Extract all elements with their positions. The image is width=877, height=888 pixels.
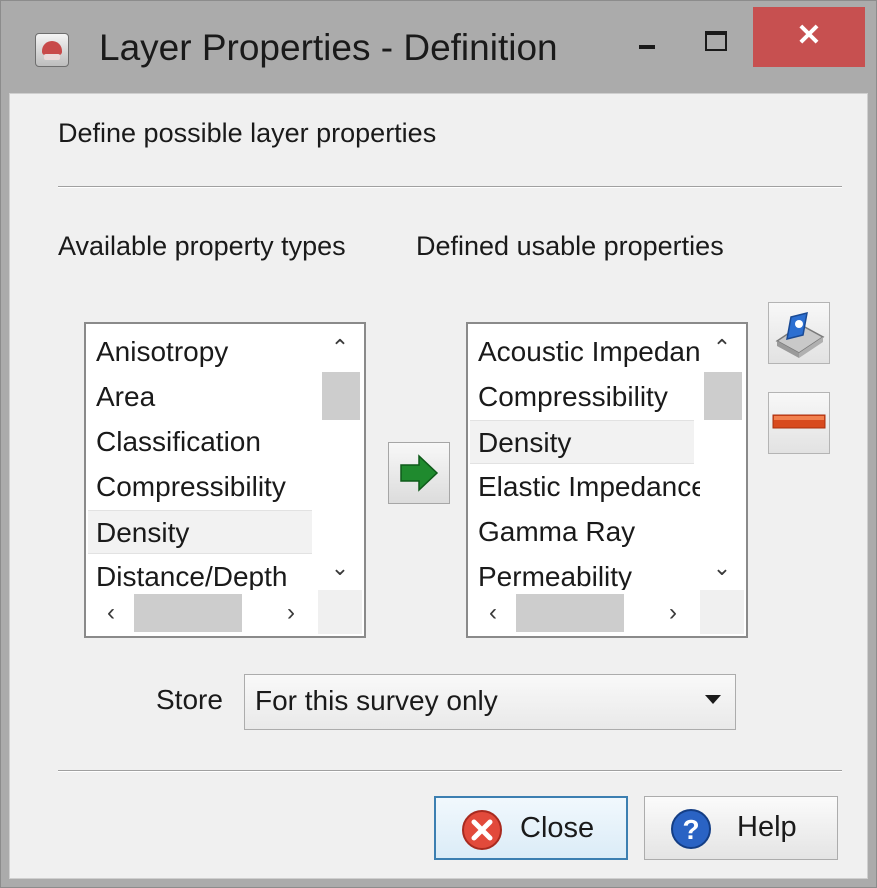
list-item[interactable]: Anisotropy xyxy=(96,330,320,374)
remove-property-button[interactable] xyxy=(768,392,830,454)
list-item-selected[interactable]: Density xyxy=(88,510,312,554)
scroll-thumb[interactable] xyxy=(322,372,360,420)
close-button[interactable]: Close xyxy=(434,796,628,860)
list-item[interactable]: Classification xyxy=(96,420,320,464)
close-circle-icon xyxy=(462,810,502,850)
list-item[interactable]: Compressibility xyxy=(478,375,702,419)
scroll-corner xyxy=(318,590,362,634)
help-button-label: Help xyxy=(737,811,797,843)
edit-property-button[interactable] xyxy=(768,302,830,364)
title-bar[interactable]: Layer Properties - Definition ✕ xyxy=(1,1,876,93)
scroll-left-icon[interactable]: ‹ xyxy=(90,594,132,632)
vertical-scrollbar[interactable]: ⌃ ⌄ xyxy=(318,326,362,588)
horizontal-scrollbar[interactable]: ‹ › xyxy=(88,590,320,634)
store-label: Store xyxy=(156,684,223,715)
scroll-thumb[interactable] xyxy=(704,372,742,420)
list-item[interactable]: Gamma Ray xyxy=(478,510,702,554)
dialog-heading: Define possible layer properties xyxy=(58,118,437,148)
arrow-right-icon xyxy=(400,454,439,492)
defined-label: Defined usable properties xyxy=(416,231,724,261)
chevron-down-icon xyxy=(705,695,721,704)
layer-properties-window: Layer Properties - Definition ✕ Define p… xyxy=(0,0,877,888)
scroll-left-icon[interactable]: ‹ xyxy=(472,594,514,632)
edit-property-icon xyxy=(775,311,825,358)
store-select-value: For this survey only xyxy=(255,685,498,716)
horizontal-scrollbar[interactable]: ‹ › xyxy=(470,590,702,634)
scroll-right-icon[interactable]: › xyxy=(270,594,312,632)
scroll-down-icon[interactable]: ⌄ xyxy=(318,550,362,586)
store-select[interactable]: For this survey only xyxy=(244,674,736,730)
app-icon xyxy=(35,33,69,67)
close-button-label: Close xyxy=(520,812,595,844)
vertical-scrollbar[interactable]: ⌃ ⌄ xyxy=(700,326,744,588)
close-window-button[interactable]: ✕ xyxy=(753,7,865,67)
available-types-list[interactable]: Anisotropy Area Classification Compressi… xyxy=(84,322,366,638)
scroll-right-icon[interactable]: › xyxy=(652,594,694,632)
add-property-button[interactable] xyxy=(388,442,450,504)
minus-icon xyxy=(772,414,826,429)
list-item-selected[interactable]: Density xyxy=(470,420,694,464)
list-item[interactable]: Compressibility xyxy=(96,465,320,509)
scroll-thumb[interactable] xyxy=(516,594,624,632)
maximize-button[interactable] xyxy=(691,17,739,65)
help-button[interactable]: ? Help xyxy=(644,796,838,860)
bottom-separator xyxy=(58,770,842,772)
scroll-down-icon[interactable]: ⌄ xyxy=(700,550,744,586)
help-icon: ? xyxy=(671,809,711,849)
scroll-up-icon[interactable]: ⌃ xyxy=(318,330,362,366)
scroll-corner xyxy=(700,590,744,634)
defined-properties-list[interactable]: Acoustic Impedance Compressibility Densi… xyxy=(466,322,748,638)
list-item[interactable]: Elastic Impedance xyxy=(478,465,702,509)
top-separator xyxy=(58,186,842,188)
minimize-button[interactable] xyxy=(627,17,667,65)
available-label: Available property types xyxy=(58,231,346,261)
list-item[interactable]: Area xyxy=(96,375,320,419)
window-title: Layer Properties - Definition xyxy=(99,27,558,68)
scroll-thumb[interactable] xyxy=(134,594,242,632)
list-item[interactable]: Acoustic Impedance xyxy=(478,330,702,374)
svg-text:?: ? xyxy=(682,814,699,845)
dialog-body: Define possible layer properties Availab… xyxy=(9,93,868,879)
scroll-up-icon[interactable]: ⌃ xyxy=(700,330,744,366)
